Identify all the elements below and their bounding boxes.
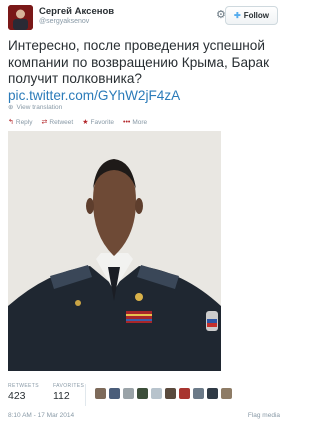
add-user-icon: ✚: [233, 11, 241, 20]
flag-media-link[interactable]: Flag media: [248, 412, 280, 419]
timestamp[interactable]: 8:10 AM - 17 Mar 2014: [8, 412, 74, 419]
reply-button[interactable]: ↰ Reply: [8, 118, 33, 127]
retweets-count: 423: [8, 390, 26, 402]
tweet-footer: 8:10 AM - 17 Mar 2014 Flag media: [8, 412, 280, 419]
faver-avatar[interactable]: [151, 388, 162, 399]
retweet-label: Retweet: [49, 118, 74, 126]
faver-avatar[interactable]: [207, 388, 218, 399]
more-button[interactable]: ••• More: [123, 118, 147, 126]
follow-label: Follow: [243, 11, 270, 20]
retweets-label: RETWEETS: [8, 383, 39, 389]
retweet-icon: ⇄: [41, 119, 48, 126]
faver-avatar[interactable]: [95, 388, 106, 399]
faver-avatar[interactable]: [165, 388, 176, 399]
stats-divider: [85, 384, 86, 406]
screen-name[interactable]: @sergyaksenov: [39, 17, 114, 26]
avatar[interactable]: [8, 5, 33, 30]
favoriters-avatars: [95, 388, 232, 399]
tweet-photo[interactable]: [8, 131, 221, 371]
tweet-stats: RETWEETS 423 FAVORITES 112: [8, 383, 84, 402]
tweet-actions: ↰ Reply ⇄ Retweet ★ Favorite ••• More: [8, 118, 147, 127]
favorites-label: FAVORITES: [52, 383, 85, 389]
display-name[interactable]: Сергей Аксенов: [39, 6, 114, 17]
faver-avatar[interactable]: [109, 388, 120, 399]
user-names[interactable]: Сергей Аксенов @sergyaksenov: [39, 6, 114, 26]
follow-button[interactable]: ✚ Follow: [225, 6, 278, 25]
tweet-body: Интересно, после проведения успешной ком…: [8, 38, 270, 86]
more-label: More: [132, 118, 148, 126]
favorites-stat[interactable]: FAVORITES 112: [53, 383, 84, 402]
view-translation-label: View translation: [16, 103, 63, 111]
faver-avatar[interactable]: [137, 388, 148, 399]
more-icon: •••: [123, 118, 131, 126]
favorites-count: 112: [52, 390, 70, 402]
faver-avatar[interactable]: [179, 388, 190, 399]
retweet-button[interactable]: ⇄ Retweet: [41, 118, 74, 127]
favorite-label: Favorite: [90, 118, 114, 126]
reply-icon: ↰: [8, 119, 14, 126]
retweets-stat[interactable]: RETWEETS 423: [8, 383, 39, 402]
view-translation[interactable]: ⊕ View translation: [8, 103, 63, 112]
tweet-text: Интересно, после проведения успешной ком…: [8, 38, 280, 104]
tweet-header: Сергей Аксенов @sergyaksenov ⚙▾ ✚ Follow: [8, 5, 278, 31]
faver-avatar[interactable]: [221, 388, 232, 399]
favorite-button[interactable]: ★ Favorite: [82, 118, 114, 127]
faver-avatar[interactable]: [193, 388, 204, 399]
media-link[interactable]: pic.twitter.com/GYhW2jF4zA: [8, 88, 180, 103]
reply-label: Reply: [15, 118, 33, 126]
faver-avatar[interactable]: [123, 388, 134, 399]
star-icon: ★: [82, 119, 89, 126]
globe-icon: ⊕: [8, 104, 14, 111]
